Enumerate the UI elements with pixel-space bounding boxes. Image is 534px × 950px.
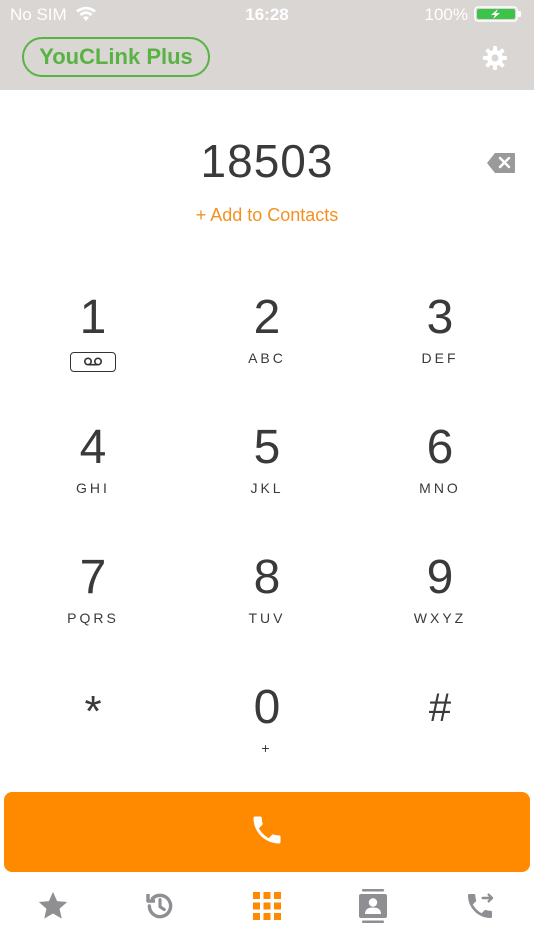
key-letters: WXYZ: [413, 610, 467, 626]
tab-contacts[interactable]: [353, 888, 393, 924]
gear-icon[interactable]: [482, 45, 508, 71]
key-4[interactable]: 4 GHI: [23, 420, 163, 530]
key-digit: 0: [253, 681, 281, 734]
key-5[interactable]: 5 JKL: [197, 420, 337, 530]
call-transfer-icon: [468, 893, 494, 918]
key-9[interactable]: 9 WXYZ: [370, 550, 510, 660]
key-letters: PQRS: [67, 610, 119, 626]
key-1[interactable]: 1: [23, 290, 163, 400]
tab-transfer[interactable]: [460, 888, 500, 924]
key-letters: DEF: [421, 350, 459, 366]
key-letters: MNO: [419, 480, 461, 496]
voicemail-icon: [70, 352, 116, 372]
battery-icon: [474, 6, 524, 27]
key-letters: GHI: [76, 480, 110, 496]
key-digit: *: [84, 687, 102, 736]
tab-favorites[interactable]: [33, 888, 73, 924]
add-to-contacts-link[interactable]: + Add to Contacts: [0, 205, 534, 226]
key-digit: 8: [253, 551, 281, 604]
key-digit: 2: [253, 291, 281, 344]
app-header: YouCLink Plus: [0, 28, 534, 90]
key-digit: 6: [426, 421, 454, 474]
status-bar: No SIM 16:28 100%: [0, 0, 534, 28]
key-0[interactable]: 0 +: [197, 680, 337, 790]
key-letters: JKL: [250, 480, 284, 496]
key-7[interactable]: 7 PQRS: [23, 550, 163, 660]
brand-logo: YouCLink Plus: [22, 37, 210, 77]
key-2[interactable]: 2 ABC: [197, 290, 337, 400]
key-digit: 7: [79, 551, 107, 604]
key-8[interactable]: 8 TUV: [197, 550, 337, 660]
call-button[interactable]: [4, 792, 530, 872]
key-letters: TUV: [248, 610, 286, 626]
contacts-icon: [359, 889, 387, 923]
key-letters: +: [261, 740, 273, 756]
key-digit: 5: [253, 421, 281, 474]
key-digit: 1: [79, 291, 107, 344]
key-star[interactable]: *: [23, 684, 163, 794]
dialed-number: 18503: [200, 135, 334, 187]
key-6[interactable]: 6 MNO: [370, 420, 510, 530]
star-icon: [38, 891, 68, 919]
backspace-icon[interactable]: [486, 152, 516, 174]
tab-recents[interactable]: [140, 888, 180, 924]
tab-keypad[interactable]: [247, 888, 287, 924]
keypad-icon: [253, 892, 281, 920]
tab-bar: [0, 876, 534, 936]
key-digit: 9: [426, 551, 454, 604]
key-digit: 4: [79, 421, 107, 474]
history-icon: [146, 893, 173, 919]
key-letters: ABC: [248, 350, 286, 366]
key-hash[interactable]: #: [370, 680, 510, 790]
phone-icon: [249, 812, 285, 853]
key-digit: #: [428, 686, 452, 730]
key-digit: 3: [426, 291, 454, 344]
key-3[interactable]: 3 DEF: [370, 290, 510, 400]
battery-percent: 100%: [424, 5, 468, 24]
